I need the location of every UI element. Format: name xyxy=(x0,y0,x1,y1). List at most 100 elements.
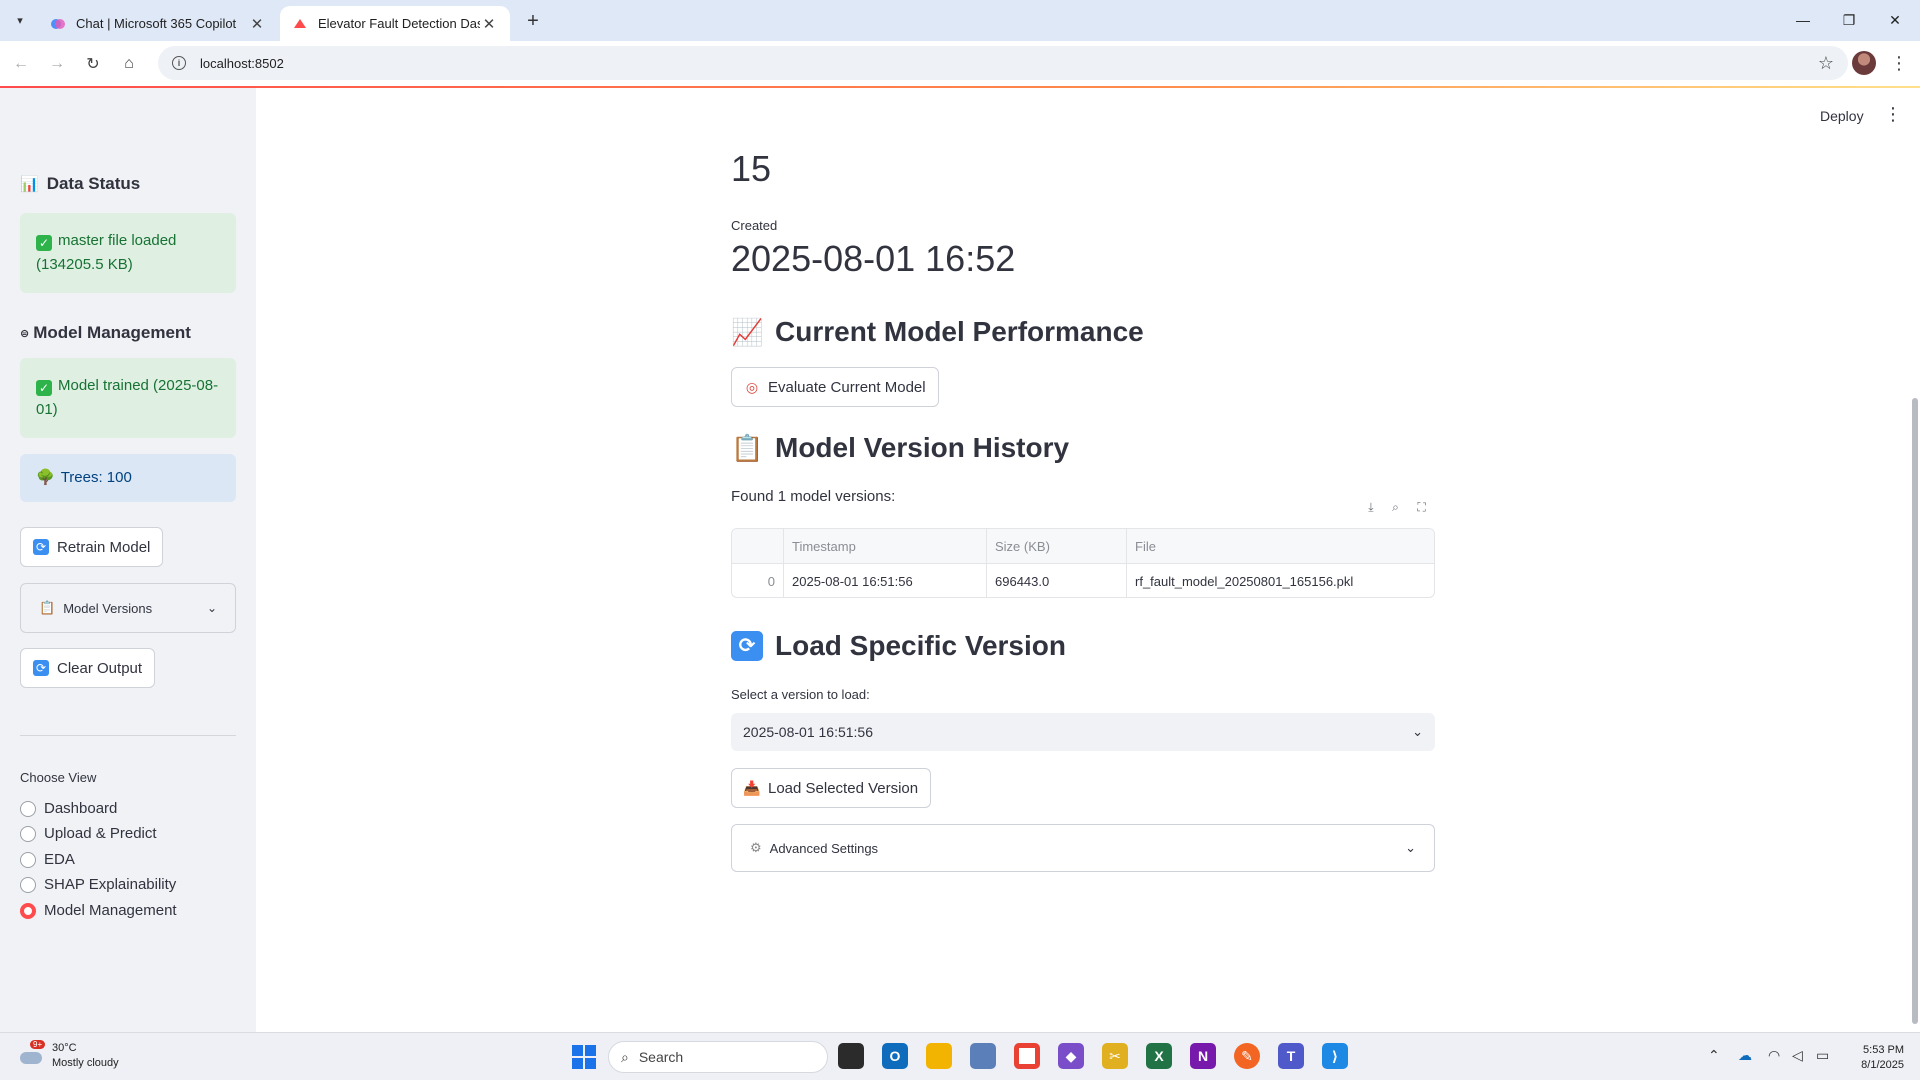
radio-eda[interactable]: EDA xyxy=(20,851,75,868)
check-icon: ✓ xyxy=(36,380,52,396)
volume-icon[interactable]: ◁ xyxy=(1792,1047,1803,1064)
download-icon[interactable]: ⤓ xyxy=(1368,500,1373,515)
restore-icon[interactable]: ❐ xyxy=(1826,0,1872,40)
battery-icon[interactable]: ▭ xyxy=(1816,1047,1829,1064)
select-value: 2025-08-01 16:51:56 xyxy=(743,724,873,740)
radio-model-management[interactable]: Model Management xyxy=(20,902,177,919)
radio-circle[interactable] xyxy=(20,825,36,842)
data-status-alert: ✓ master file loaded (134205.5 KB) xyxy=(20,213,236,293)
wifi-icon[interactable]: ◠ xyxy=(1768,1047,1780,1064)
advanced-settings-expander[interactable]: ⚙ Advanced Settings ⌄ xyxy=(731,824,1435,872)
deploy-button[interactable]: Deploy xyxy=(1820,108,1864,124)
radio-circle-selected[interactable] xyxy=(20,902,36,919)
url-text: localhost:8502 xyxy=(200,55,284,71)
onenote-icon[interactable]: N xyxy=(1190,1043,1216,1069)
tab-search-chevron-icon[interactable]: ▾ xyxy=(8,8,32,32)
outlook-icon[interactable]: O xyxy=(882,1043,908,1069)
new-tab-button[interactable]: + xyxy=(520,8,546,34)
button-label: Evaluate Current Model xyxy=(768,378,926,396)
teams-icon[interactable]: T xyxy=(1278,1043,1304,1069)
bar-chart-icon: 📊 xyxy=(20,176,39,193)
radio-circle[interactable] xyxy=(20,876,36,893)
scrollbar-thumb[interactable] xyxy=(1912,398,1918,1024)
radio-circle[interactable] xyxy=(20,800,36,817)
cloud-icon: 9+ xyxy=(18,1040,46,1066)
system-clock[interactable]: 5:53 PM 8/1/2025 xyxy=(1852,1043,1904,1073)
home-icon[interactable]: ⌂ xyxy=(116,51,142,77)
forward-icon[interactable]: → xyxy=(44,51,70,77)
windows-taskbar: 9+ 30°C Mostly cloudy ⌕ Search O ◆ ✂ X N… xyxy=(0,1032,1920,1080)
site-info-icon[interactable]: i xyxy=(172,56,186,70)
clock-date: 8/1/2025 xyxy=(1861,1059,1904,1071)
heading-text: Load Specific Version xyxy=(775,630,1066,661)
table-cell[interactable]: 2025-08-01 16:51:56 xyxy=(784,564,987,597)
chrome-icon[interactable] xyxy=(1014,1043,1040,1069)
model-trained-alert: ✓ Model trained (2025-08-01) xyxy=(20,358,236,438)
versions-table[interactable]: Timestamp Size (KB) File 0 2025-08-01 16… xyxy=(731,528,1435,598)
table-cell[interactable]: rf_fault_model_20250801_165156.pkl xyxy=(1127,564,1434,597)
snipping-tool-icon[interactable]: ✂ xyxy=(1102,1043,1128,1069)
radio-shap[interactable]: SHAP Explainability xyxy=(20,876,176,893)
load-selected-version-button[interactable]: 📥 Load Selected Version xyxy=(731,768,932,808)
show-hidden-icons-chevron-icon[interactable]: ⌃ xyxy=(1708,1047,1720,1064)
back-icon[interactable]: ← xyxy=(8,51,34,77)
close-tab-icon[interactable]: ✕ xyxy=(480,15,498,33)
table-header-cell[interactable]: Timestamp xyxy=(784,529,987,563)
visual-studio-icon[interactable]: ◆ xyxy=(1058,1043,1084,1069)
reload-icon[interactable]: ↻ xyxy=(80,51,106,77)
close-tab-icon[interactable]: ✕ xyxy=(248,15,266,33)
weather-widget[interactable]: 9+ 30°C Mostly cloudy xyxy=(18,1040,119,1071)
clipboard-icon: 📋 xyxy=(731,432,764,463)
model-versions-expander[interactable]: 📋 Model Versions ⌄ xyxy=(20,583,236,633)
metric-value: 15 xyxy=(731,148,772,189)
close-window-icon[interactable]: ✕ xyxy=(1872,0,1918,40)
table-header-cell[interactable]: Size (KB) xyxy=(987,529,1127,563)
radio-upload-predict[interactable]: Upload & Predict xyxy=(20,825,157,842)
onedrive-icon[interactable]: ☁ xyxy=(1738,1047,1752,1064)
app-menu-icon[interactable]: ⋮ xyxy=(1884,104,1902,125)
address-bar[interactable]: i localhost:8502 ☆ xyxy=(158,46,1848,80)
profile-avatar[interactable] xyxy=(1852,51,1876,75)
expander-label: Advanced Settings xyxy=(769,840,879,856)
brain-icon: ⊜ xyxy=(20,327,30,340)
table-cell[interactable]: 696443.0 xyxy=(987,564,1127,597)
table-toolbar: ⤓ ⌕ ⛶ xyxy=(1359,496,1435,518)
table-header-cell[interactable]: File xyxy=(1127,529,1434,563)
excel-icon[interactable]: X xyxy=(1146,1043,1172,1069)
clear-output-button[interactable]: ⟳ Clear Output xyxy=(20,648,156,688)
radio-label: EDA xyxy=(44,851,75,868)
browser-menu-icon[interactable]: ⋮ xyxy=(1890,51,1908,75)
found-versions-text: Found 1 model versions: xyxy=(731,488,896,505)
evaluate-model-button[interactable]: ◎ Evaluate Current Model xyxy=(731,367,939,407)
radio-dashboard[interactable]: Dashboard xyxy=(20,800,117,817)
notification-badge: 9+ xyxy=(30,1040,46,1049)
brave-icon[interactable]: ✎ xyxy=(1234,1043,1260,1069)
task-view-icon[interactable] xyxy=(838,1043,864,1069)
windows-start-icon[interactable] xyxy=(572,1045,596,1069)
alert-text: master file loaded (134205.5 KB) xyxy=(36,232,177,273)
heading-text: Model Management xyxy=(33,323,191,342)
retrain-model-button[interactable]: ⟳ Retrain Model xyxy=(20,527,164,567)
tab-copilot[interactable]: Chat | Microsoft 365 Copilot ✕ xyxy=(38,6,278,41)
version-select[interactable]: 2025-08-01 16:51:56 ⌄ xyxy=(731,713,1435,751)
radio-label: Dashboard xyxy=(44,800,118,817)
network-app-icon[interactable] xyxy=(970,1043,996,1069)
target-icon: ◎ xyxy=(745,378,759,395)
trees-info-alert: 🌳 Trees: 100 xyxy=(20,454,236,502)
weather-temp: 30°C xyxy=(52,1042,77,1054)
minimize-icon[interactable]: — xyxy=(1780,0,1826,40)
search-icon: ⌕ xyxy=(621,1048,629,1065)
bookmark-star-icon[interactable]: ☆ xyxy=(1818,53,1834,74)
search-icon[interactable]: ⌕ xyxy=(1392,500,1399,515)
load-version-heading: ⟳ Load Specific Version xyxy=(731,630,1066,662)
vscode-icon[interactable]: ⟩ xyxy=(1322,1043,1348,1069)
fullscreen-icon[interactable]: ⛶ xyxy=(1417,500,1425,515)
file-explorer-icon[interactable] xyxy=(926,1043,952,1069)
table-cell: 0 xyxy=(732,564,784,597)
table-row[interactable]: 0 2025-08-01 16:51:56 696443.0 rf_fault_… xyxy=(732,564,1434,597)
tab-dashboard[interactable]: Elevator Fault Detection Dashbo ✕ xyxy=(280,6,510,41)
taskbar-search[interactable]: ⌕ Search xyxy=(608,1041,828,1073)
tree-icon: 🌳 xyxy=(36,469,55,486)
radio-circle[interactable] xyxy=(20,851,36,868)
radio-label: Upload & Predict xyxy=(44,825,157,842)
